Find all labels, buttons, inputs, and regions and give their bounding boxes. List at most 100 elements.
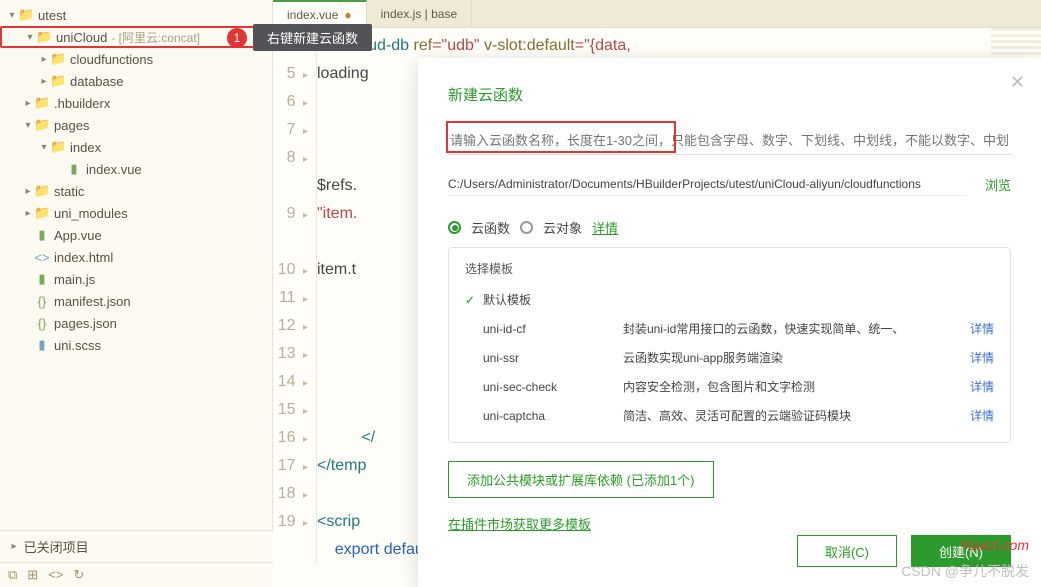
tree-item-manifest.json[interactable]: {} manifest.json — [0, 290, 272, 312]
tree-item-uni.scss[interactable]: ▮ uni.scss — [0, 334, 272, 356]
tree-item-label: utest — [38, 8, 66, 23]
file-icon: ▮ — [34, 271, 50, 287]
tree-item-label: App.vue — [54, 228, 102, 243]
template-row[interactable]: ✓默认模板 — [465, 285, 994, 314]
tree-item-suffix: - [阿里云:concat] — [111, 29, 200, 46]
file-icon: 📁 — [34, 205, 50, 221]
tree-item-uni_modules[interactable]: ▸📁 uni_modules — [0, 202, 272, 224]
file-icon: 📁 — [34, 95, 50, 111]
tree-item-pages[interactable]: ▾📁 pages — [0, 114, 272, 136]
tree-item-label: uniCloud — [56, 30, 107, 45]
template-detail-link[interactable]: 详情 — [970, 407, 994, 424]
chevron-icon: ▸ — [22, 186, 34, 197]
tree-item-cloudfunctions[interactable]: ▸📁cloudfunctions — [0, 48, 272, 70]
template-name: uni-captcha — [483, 409, 623, 423]
file-icon: 📁 — [18, 7, 34, 23]
check-icon: ✓ — [465, 293, 483, 307]
close-icon[interactable]: ✕ — [1010, 72, 1025, 93]
tree-item-utest[interactable]: ▾📁 utest — [0, 4, 272, 26]
toolbar-icon[interactable]: ↻ — [73, 567, 84, 583]
file-icon: 📁 — [50, 73, 66, 89]
tree-item-database[interactable]: ▸📁 database — [0, 70, 272, 92]
template-row[interactable]: uni-id-cf封装uni-id常用接口的云函数，快速实现简单、统一、详情 — [465, 314, 994, 343]
tree-item-label: pages.json — [54, 316, 117, 331]
file-explorer: ▾📁utest▾📁uniCloud - [阿里云:concat]▸📁cloudf… — [0, 0, 273, 587]
file-icon: 📁 — [34, 117, 50, 133]
line-gutter: 4 ▸5 ▸6 ▸7 ▸8 ▸9 ▸10 ▸11 ▸12 ▸13 ▸14 ▸15… — [273, 28, 317, 564]
toolbar-icon[interactable]: <> — [48, 567, 63, 583]
file-icon: 📁 — [34, 183, 50, 199]
tab-index-js[interactable]: index.js | base — [367, 0, 473, 27]
chevron-icon: ▸ — [38, 76, 50, 87]
editor-tabs: index.vue● index.js | base — [273, 0, 1041, 28]
tree-item-App.vue[interactable]: ▮ App.vue — [0, 224, 272, 246]
chevron-icon: ▾ — [38, 142, 50, 153]
dialog-title: 新建云函数 — [448, 84, 1011, 105]
chevron-icon: ▾ — [24, 32, 36, 43]
type-detail-link[interactable]: 详情 — [592, 218, 618, 237]
tree-item-label: index.vue — [86, 162, 142, 177]
tab-index-vue[interactable]: index.vue● — [273, 0, 367, 27]
file-icon: 📁 — [50, 139, 66, 155]
tree-item-label: database — [70, 74, 124, 89]
tree-item-label: uni_modules — [54, 206, 128, 221]
template-desc: 简洁、高效、灵活可配置的云端验证码模块 — [623, 407, 970, 424]
type-radio-group: 云函数 云对象 详情 — [448, 218, 1011, 237]
file-icon: <> — [34, 250, 50, 265]
chevron-icon: ▾ — [22, 120, 34, 131]
tree-item-static[interactable]: ▸📁 static — [0, 180, 272, 202]
template-name: uni-ssr — [483, 351, 623, 365]
chevron-icon: ▸ — [22, 208, 34, 219]
explorer-toolbar: ⧉ ⊞ <> ↻ — [0, 562, 273, 587]
file-icon: {} — [34, 294, 50, 309]
file-icon: ▮ — [34, 227, 50, 243]
input-highlight — [446, 121, 676, 153]
chevron-icon: ▸ — [22, 98, 34, 109]
template-desc: 封装uni-id常用接口的云函数，快速实现简单、统一、 — [623, 320, 970, 337]
template-title: 选择模板 — [465, 260, 994, 277]
tree-item-label: pages — [54, 118, 89, 133]
tree-item-pages.json[interactable]: {} pages.json — [0, 312, 272, 334]
radio-cloudfunction[interactable] — [448, 221, 461, 234]
template-detail-link[interactable]: 详情 — [970, 320, 994, 337]
tree-item-main.js[interactable]: ▮ main.js — [0, 268, 272, 290]
template-row[interactable]: uni-captcha简洁、高效、灵活可配置的云端验证码模块详情 — [465, 401, 994, 430]
tree-item-index.html[interactable]: <> index.html — [0, 246, 272, 268]
tree-item-index.vue[interactable]: ▮index.vue — [0, 158, 272, 180]
file-icon: ▮ — [34, 337, 50, 353]
template-name: 默认模板 — [483, 291, 623, 308]
tree-item-label: cloudfunctions — [70, 52, 153, 67]
browse-button[interactable]: 浏览 — [985, 175, 1011, 194]
template-desc: 内容安全检测，包含图片和文字检测 — [623, 378, 970, 395]
template-row[interactable]: uni-ssr云函数实现uni-app服务端渲染详情 — [465, 343, 994, 372]
tree-item-label: manifest.json — [54, 294, 131, 309]
toolbar-icon[interactable]: ⧉ — [8, 567, 17, 583]
path-display: C:/Users/Administrator/Documents/HBuilde… — [448, 173, 967, 196]
tree-item-label: index — [70, 140, 101, 155]
tree-item-label: uni.scss — [54, 338, 101, 353]
file-icon: {} — [34, 316, 50, 331]
tree-item-label: index.html — [54, 250, 113, 265]
template-detail-link[interactable]: 详情 — [970, 349, 994, 366]
toolbar-icon[interactable]: ⊞ — [27, 567, 38, 583]
chevron-icon: ▾ — [6, 10, 18, 21]
radio-cloudobject[interactable] — [520, 221, 533, 234]
cancel-button[interactable]: 取消(C) — [797, 535, 897, 567]
closed-projects-panel: ▸ 已关闭项目 ⧉ ⊞ <> ↻ — [0, 530, 273, 587]
file-icon: 📁 — [50, 51, 66, 67]
hint-callout: 1 右键新建云函数 — [227, 24, 372, 51]
template-name: uni-sec-check — [483, 380, 623, 394]
template-detail-link[interactable]: 详情 — [970, 378, 994, 395]
tree-item-index[interactable]: ▾📁 index — [0, 136, 272, 158]
tree-item-label: static — [54, 184, 84, 199]
template-desc: 云函数实现uni-app服务端渲染 — [623, 349, 970, 366]
marketplace-link[interactable]: 在插件市场获取更多模板 — [448, 517, 591, 532]
new-cloud-function-dialog: ✕ 新建云函数 C:/Users/Administrator/Documents… — [418, 58, 1041, 587]
template-row[interactable]: uni-sec-check内容安全检测，包含图片和文字检测详情 — [465, 372, 994, 401]
tree-item-.hbuilderx[interactable]: ▸📁.hbuilderx — [0, 92, 272, 114]
callout-text: 右键新建云函数 — [253, 24, 372, 51]
closed-projects-title[interactable]: ▸ 已关闭项目 — [0, 531, 273, 562]
add-deps-button[interactable]: 添加公共模块或扩展库依赖 (已添加1个) — [448, 461, 714, 498]
template-name: uni-id-cf — [483, 322, 623, 336]
tree-item-label: main.js — [54, 272, 95, 287]
